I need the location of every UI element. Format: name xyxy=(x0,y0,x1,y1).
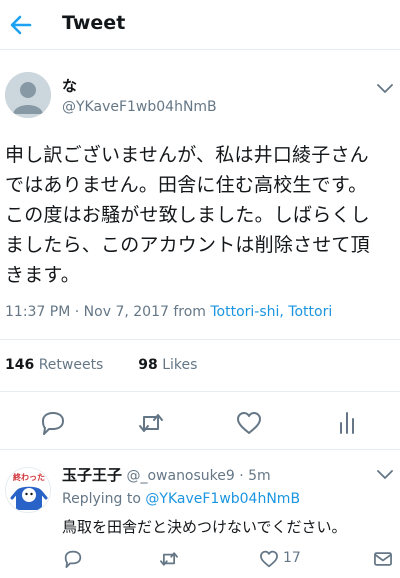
chevron-down-icon[interactable] xyxy=(376,80,394,93)
page-title: Tweet xyxy=(62,12,126,34)
tweet-stats: 146 Retweets 98 Likes xyxy=(5,357,197,373)
replying-prefix: Replying to xyxy=(62,491,146,507)
reply-avatar[interactable]: 終わった xyxy=(5,467,51,513)
reply-author-name[interactable]: 玉子王子 xyxy=(62,466,122,484)
divider xyxy=(0,339,400,340)
reply-like-icon[interactable] xyxy=(258,548,280,570)
reply-avatar-text: 終わった xyxy=(13,472,45,482)
like-icon[interactable] xyxy=(234,408,264,438)
retweets-label[interactable]: Retweets xyxy=(39,357,104,373)
retweet-icon[interactable] xyxy=(136,408,166,438)
retweets-count[interactable]: 146 xyxy=(5,357,34,373)
tweet-timestamp[interactable]: 11:37 PM · Nov 7, 2017 from xyxy=(5,304,210,320)
avatar[interactable] xyxy=(5,72,51,118)
tweet-text-line: 申し訳ございませんが、私は井口綾子さん xyxy=(5,144,369,166)
reply-header: 玉子王子 @_owanosuke9 · 5m xyxy=(62,464,271,485)
chevron-down-icon[interactable] xyxy=(376,466,394,479)
replying-mention[interactable]: @YKaveF1wb04hNmB xyxy=(145,491,300,507)
tweet-text: 申し訳ございませんが、私は井口綾子さん ではありません。田舎に住む高校生です。 … xyxy=(5,140,395,290)
tweet-text-line: きます。 xyxy=(5,264,80,286)
reply-like-count: 17 xyxy=(283,550,301,566)
reply-handle-time[interactable]: @_owanosuke9 · 5m xyxy=(126,468,270,484)
tweet-meta: 11:37 PM · Nov 7, 2017 from Tottori-shi,… xyxy=(5,304,332,320)
replying-to: Replying to @YKaveF1wb04hNmB xyxy=(62,491,300,507)
reply-icon[interactable] xyxy=(38,408,68,438)
tweet-location[interactable]: Tottori-shi, Tottori xyxy=(210,304,332,320)
tweet-text-line: ではありません。田舎に住む高校生です。 xyxy=(5,174,368,196)
author-handle[interactable]: @YKaveF1wb04hNmB xyxy=(62,99,217,115)
likes-count[interactable]: 98 xyxy=(138,357,157,373)
reply-text: 鳥取を田舎だと決めつけないでください。 xyxy=(62,518,347,536)
divider xyxy=(0,449,400,450)
back-arrow-icon[interactable] xyxy=(8,12,34,38)
reply-dm-icon[interactable] xyxy=(372,548,394,570)
likes-label[interactable]: Likes xyxy=(162,357,197,373)
reply-reply-icon[interactable] xyxy=(62,548,84,570)
reply-retweet-icon[interactable] xyxy=(158,548,180,570)
top-bar: Tweet xyxy=(0,0,400,50)
divider xyxy=(0,391,400,392)
tweet-text-line: この度はお騒がせ致しました。しばらくし xyxy=(5,204,370,226)
analytics-icon[interactable] xyxy=(332,408,362,438)
tweet-text-line: ましたら、このアカウントは削除させて頂 xyxy=(5,234,370,256)
author-name[interactable]: な xyxy=(62,75,77,96)
